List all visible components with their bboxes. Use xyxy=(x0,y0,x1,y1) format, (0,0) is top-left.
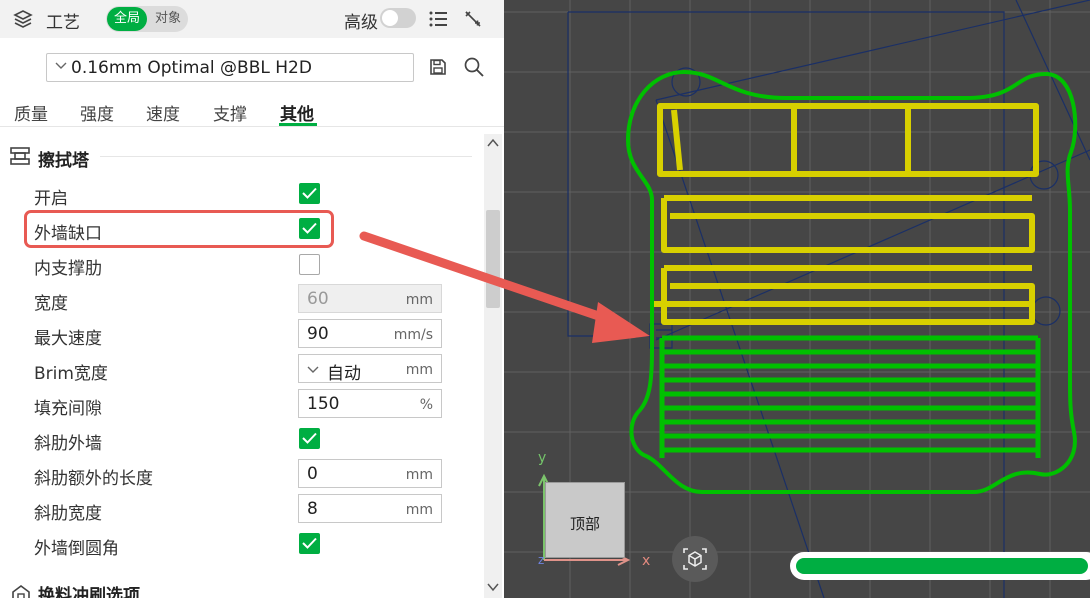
brim-width-select[interactable]: 自动 mm xyxy=(298,354,442,384)
panel-title: 工艺 xyxy=(46,13,80,33)
setting-label-fillet-wall: 外墙倒圆角 xyxy=(34,539,119,559)
scope-global-button[interactable]: 全局 xyxy=(107,7,147,31)
x-axis-label: x xyxy=(642,553,651,569)
section-divider xyxy=(100,156,472,157)
setting-label-rib-width: 斜肋宽度 xyxy=(34,504,102,524)
progress-bar-fill xyxy=(796,558,1088,574)
rib-width-field[interactable]: 8 mm xyxy=(298,494,442,523)
setting-label-inner-ribs: 内支撑肋 xyxy=(34,259,102,279)
app-window: 工艺 全局 对象 高级 0.16mm Optimal @BBL H2D 质量 强… xyxy=(0,0,1090,598)
settings-tabs: 质量 强度 速度 支撑 其他 xyxy=(0,96,504,126)
setting-label-width: 宽度 xyxy=(34,294,68,314)
setting-label-infill-gap: 填充间隙 xyxy=(34,399,102,419)
checkmark-icon xyxy=(302,187,317,199)
chevron-down-icon xyxy=(55,62,67,69)
checkmark-icon xyxy=(302,537,317,549)
brim-width-value: 自动 xyxy=(327,364,361,384)
preset-name: 0.16mm Optimal @BBL H2D xyxy=(71,58,312,78)
infill-gap-value: 150 xyxy=(307,394,340,414)
chevron-down-icon[interactable] xyxy=(487,582,499,592)
outer-wall xyxy=(625,69,1078,494)
enable-checkbox[interactable] xyxy=(299,183,320,204)
width-field: 60 mm xyxy=(298,284,442,313)
infill-gap-unit: % xyxy=(419,397,433,413)
panel-header: 工艺 全局 对象 高级 xyxy=(0,0,504,38)
advanced-toggle[interactable] xyxy=(380,8,416,28)
brim-width-unit: mm xyxy=(405,362,433,378)
setting-label-brim-width: Brim宽度 xyxy=(34,364,108,384)
process-settings-panel: 工艺 全局 对象 高级 0.16mm Optimal @BBL H2D 质量 强… xyxy=(0,0,504,598)
flush-options-icon xyxy=(12,585,30,598)
setting-label-rib-wall: 斜肋外墙 xyxy=(34,434,102,454)
layers-icon xyxy=(13,10,33,28)
chevron-up-icon[interactable] xyxy=(487,138,499,148)
preview-viewport[interactable]: y 顶部 x z xyxy=(504,0,1090,598)
tabs-divider xyxy=(0,126,504,127)
max-speed-field[interactable]: 90 mm/s xyxy=(298,319,442,348)
tab-others[interactable]: 其他 xyxy=(280,100,314,125)
setting-label-rib-extra-length: 斜肋额外的长度 xyxy=(34,469,153,489)
progress-bar xyxy=(790,552,1090,580)
setting-label-max-speed: 最大速度 xyxy=(34,329,102,349)
rib-width-value: 8 xyxy=(307,499,318,519)
width-value: 60 xyxy=(307,289,329,309)
tab-quality[interactable]: 质量 xyxy=(14,100,48,125)
highlight-outline xyxy=(24,210,334,248)
inner-ribs-checkbox[interactable] xyxy=(299,254,320,275)
tab-strength[interactable]: 强度 xyxy=(80,100,114,125)
rib-width-unit: mm xyxy=(405,502,433,518)
section-title-flush-options: 换料冲刷选项 xyxy=(38,586,140,598)
save-icon[interactable] xyxy=(428,57,448,77)
setting-label-enable: 开启 xyxy=(34,189,68,209)
checkmark-icon xyxy=(302,432,317,444)
scope-object-button[interactable]: 对象 xyxy=(149,7,187,31)
cube-view-icon xyxy=(683,548,707,570)
fillet-wall-checkbox[interactable] xyxy=(299,533,320,554)
compare-settings-icon[interactable] xyxy=(462,8,484,30)
advanced-label: 高级 xyxy=(344,13,378,33)
tab-support[interactable]: 支撑 xyxy=(213,100,247,125)
scrollbar-thumb[interactable] xyxy=(486,210,500,308)
rib-extra-length-value: 0 xyxy=(307,464,318,484)
list-icon[interactable] xyxy=(428,9,448,29)
max-speed-value: 90 xyxy=(307,324,329,344)
rib-extra-length-unit: mm xyxy=(405,467,433,483)
scope-switch: 全局 对象 xyxy=(106,6,188,32)
section-title-prime-tower: 擦拭塔 xyxy=(38,151,89,171)
rib-extra-length-field[interactable]: 0 mm xyxy=(298,459,442,488)
max-speed-unit: mm/s xyxy=(393,327,433,343)
infill-pattern xyxy=(654,103,1039,325)
view-cube[interactable]: 顶部 xyxy=(545,482,625,558)
y-axis-label: y xyxy=(538,450,547,466)
infill-gap-field[interactable]: 150 % xyxy=(298,389,442,418)
search-icon[interactable] xyxy=(463,56,485,78)
rib-wall-checkbox[interactable] xyxy=(299,428,320,449)
width-unit: mm xyxy=(405,292,433,308)
lower-infill xyxy=(659,335,1041,458)
process-preset-select[interactable]: 0.16mm Optimal @BBL H2D xyxy=(46,53,414,82)
prime-tower-icon xyxy=(10,147,30,165)
tab-speed[interactable]: 速度 xyxy=(146,100,180,125)
z-axis-label: z xyxy=(538,553,545,567)
chevron-down-icon xyxy=(307,366,319,373)
settings-scrollbar[interactable] xyxy=(484,134,502,598)
reset-view-button[interactable] xyxy=(672,536,718,582)
view-cube-label: 顶部 xyxy=(570,515,601,533)
